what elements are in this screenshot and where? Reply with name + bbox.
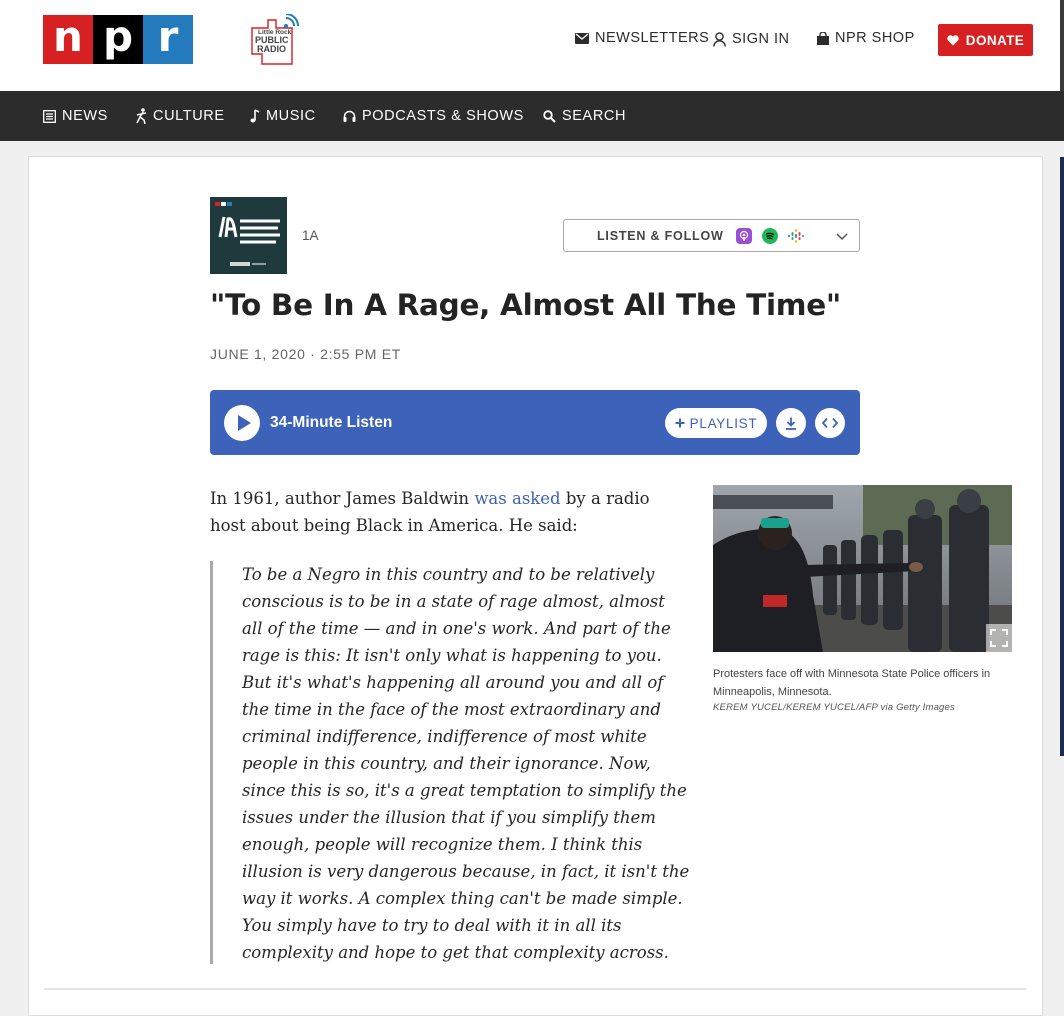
expand-photo-button[interactable] [986, 624, 1012, 652]
show-artwork-image [210, 197, 287, 274]
news-icon [43, 109, 56, 123]
protest-photo-image [713, 485, 1012, 652]
chevron-down-icon [836, 233, 848, 241]
user-icon [713, 31, 726, 47]
nav-item-podcasts-shows[interactable]: PODCASTS & SHOWS [343, 91, 524, 141]
listen-duration-label[interactable]: 34-Minute Listen [270, 414, 392, 432]
download-icon [786, 417, 796, 430]
google-podcasts-icon [787, 228, 804, 243]
mail-icon [575, 32, 589, 44]
page-scrollbar-edge [1060, 0, 1064, 91]
article-intro-paragraph: In 1961, author James Baldwin was asked … [210, 485, 690, 539]
spotify-icon [761, 227, 778, 244]
heart-icon [947, 34, 959, 45]
npr-logo-n: n [43, 15, 93, 64]
nav-label-music: MUSIC [266, 108, 316, 124]
intro-text-before-link: In 1961, author James Baldwin [210, 489, 475, 508]
embed-button[interactable] [815, 408, 845, 438]
article-headline: "To Be In A Rage, Almost All The Time" [210, 288, 842, 322]
donate-button[interactable]: DONATE [938, 24, 1033, 56]
listen-follow-dropdown[interactable]: LISTEN & FOLLOW [563, 219, 860, 252]
npr-logo[interactable]: n p r [43, 15, 193, 64]
music-note-icon [250, 109, 260, 123]
section-divider [44, 988, 1027, 990]
svg-text:RADIO: RADIO [257, 44, 286, 54]
sign-in-link[interactable]: SIGN IN [713, 31, 789, 47]
nav-item-search[interactable]: SEARCH [543, 91, 626, 141]
playlist-label: PLAYLIST [689, 415, 758, 431]
sign-in-label: SIGN IN [732, 31, 790, 47]
site-header: n p r Little Rock PUBLIC RADIO NEWSLETTE… [0, 0, 1064, 91]
shopping-bag-icon [817, 31, 829, 45]
newsletters-link[interactable]: NEWSLETTERS [575, 30, 709, 46]
station-logo[interactable]: Little Rock PUBLIC RADIO [248, 14, 306, 66]
add-to-playlist-button[interactable]: PLAYLIST [665, 408, 767, 438]
npr-shop-link[interactable]: NPR SHOP [817, 30, 915, 46]
nav-label-culture: CULTURE [153, 108, 225, 124]
headphones-icon [343, 110, 356, 122]
photo-caption: Protesters face off with Minnesota State… [713, 668, 991, 698]
baldwin-quote: To be a Negro in this country and to be … [210, 561, 690, 964]
fullscreen-icon [990, 629, 1008, 647]
photo-credit: KEREM YUCEL/KEREM YUCEL/AFP via Getty Im… [713, 702, 955, 713]
download-button[interactable] [776, 408, 806, 438]
nav-label-news: NEWS [62, 108, 108, 124]
nav-item-music[interactable]: MUSIC [250, 91, 316, 141]
article-photo[interactable] [713, 485, 1012, 652]
show-name[interactable]: 1A [302, 228, 319, 243]
audio-player: 34-Minute Listen PLAYLIST [210, 390, 860, 455]
nav-label-search: SEARCH [562, 108, 627, 124]
nav-item-culture[interactable]: CULTURE [136, 91, 225, 141]
plus-icon [675, 418, 685, 428]
npr-shop-label: NPR SHOP [835, 30, 915, 46]
quote-text: To be a Negro in this country and to be … [242, 565, 690, 962]
right-rail-edge [1060, 157, 1064, 756]
nav-item-news[interactable]: NEWS [43, 91, 108, 141]
donate-label: DONATE [965, 32, 1025, 48]
search-icon [543, 109, 556, 123]
show-thumbnail[interactable] [210, 197, 287, 274]
culture-icon [136, 108, 147, 124]
was-asked-link[interactable]: was asked [474, 489, 560, 508]
main-navigation: NEWS CULTURE MUSIC PODCASTS & SHOWS SEAR… [0, 91, 1064, 141]
apple-podcasts-icon [735, 227, 752, 244]
nav-label-podcasts-shows: PODCASTS & SHOWS [362, 108, 524, 124]
npr-logo-r: r [143, 15, 193, 64]
npr-logo-p: p [93, 15, 143, 64]
play-button[interactable] [224, 405, 260, 441]
article-dateline: JUNE 1, 2020 · 2:55 PM ET [210, 346, 402, 362]
newsletters-label: NEWSLETTERS [595, 30, 710, 46]
listen-follow-label: LISTEN & FOLLOW [597, 228, 724, 243]
embed-code-icon [822, 417, 838, 429]
